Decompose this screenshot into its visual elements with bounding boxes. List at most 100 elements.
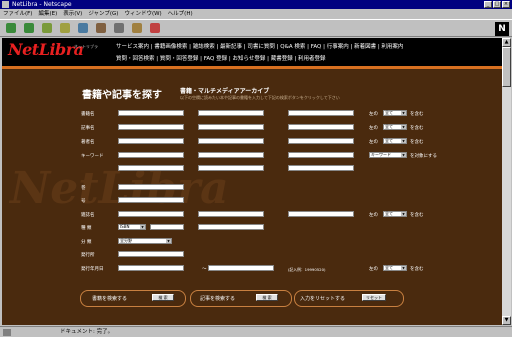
- vertical-scrollbar[interactable]: ▲ ▼: [502, 38, 511, 325]
- reload-icon[interactable]: [42, 23, 52, 33]
- keyword-input-2[interactable]: [198, 152, 264, 158]
- issue-input[interactable]: [118, 197, 184, 203]
- menu-edit[interactable]: 編集(E): [38, 9, 57, 19]
- guide-icon[interactable]: [96, 23, 106, 33]
- close-button[interactable]: ×: [502, 1, 510, 8]
- keyword-target-select[interactable]: キーワード: [369, 152, 407, 158]
- pubdate-to-input[interactable]: [208, 265, 274, 271]
- any-prefix: 左の: [369, 112, 378, 117]
- navigation-toolbar: N: [0, 19, 512, 37]
- contains-text: を含む: [410, 126, 424, 131]
- book-input-3[interactable]: [288, 110, 354, 116]
- reset-label: 入力をリセットする: [300, 296, 346, 302]
- page-description: 以下の空欄に読みたい本や記事の書籍を入力して下記の検索ボタンをクリックして下さい: [180, 95, 340, 100]
- pubdate-mode-select[interactable]: 全て: [383, 265, 407, 271]
- keyword-input-5[interactable]: [198, 165, 264, 171]
- author-input-1[interactable]: [118, 138, 184, 144]
- menu-go[interactable]: ジャンプ(G): [88, 9, 118, 19]
- window-titlebar: NetLibra - Netscape _ □ ×: [0, 0, 512, 9]
- menu-bar: ファイル(F) 編集(E) 表示(V) ジャンプ(G) ウィンドウ(W) ヘルプ…: [0, 9, 512, 19]
- author-input-3[interactable]: [288, 138, 354, 144]
- label-keyword: キーワード: [81, 154, 104, 159]
- label-book: 書籍名: [81, 112, 95, 117]
- article-search-label: 記事を検索する: [200, 296, 236, 302]
- class-select[interactable]: 全分野: [118, 238, 172, 244]
- keyword-suffix: を対象にする: [410, 154, 438, 159]
- date-example-note: (記入例：19990520): [288, 267, 326, 272]
- book-search-button[interactable]: 検 索: [152, 294, 174, 301]
- forward-icon[interactable]: [24, 23, 34, 33]
- article-mode-select[interactable]: 全て: [383, 124, 407, 130]
- stop-icon[interactable]: [150, 23, 160, 33]
- status-text: ドキュメント: 完了。: [60, 329, 114, 335]
- security-icon[interactable]: [132, 23, 142, 33]
- label-volume: 巻: [81, 186, 86, 191]
- menu-help[interactable]: ヘルプ(H): [168, 9, 193, 19]
- label-class: 分 類: [81, 240, 92, 245]
- type-input-2[interactable]: [198, 224, 264, 230]
- label-publisher: 発行所: [81, 253, 95, 258]
- keyword-input-1[interactable]: [118, 152, 184, 158]
- book-input-2[interactable]: [198, 110, 264, 116]
- scroll-thumb[interactable]: [502, 47, 511, 87]
- page-title: 書籍や記事を探す: [82, 90, 162, 101]
- scroll-down-icon[interactable]: ▼: [502, 316, 511, 325]
- site-logo[interactable]: NetLibra: [8, 40, 84, 59]
- maximize-button[interactable]: □: [493, 1, 501, 8]
- menu-window[interactable]: ウィンドウ(W): [124, 9, 161, 19]
- any-prefix: 左の: [369, 126, 378, 131]
- label-author: 著者名: [81, 140, 95, 145]
- book-search-label: 書籍を検索する: [92, 296, 128, 302]
- keyword-input-4[interactable]: [118, 165, 184, 171]
- reset-button[interactable]: リセット: [362, 294, 386, 301]
- book-mode-select[interactable]: 全て: [383, 110, 407, 116]
- magazine-input-3[interactable]: [288, 211, 354, 217]
- back-icon[interactable]: [6, 23, 16, 33]
- label-type: 種 類: [81, 226, 92, 231]
- home-icon[interactable]: [60, 23, 70, 33]
- site-nav: サービス案内 | 書籍画像検索 | 雑誌検索 | 最新記事 | 司書に質問 | …: [116, 41, 502, 65]
- magazine-input-1[interactable]: [118, 211, 184, 217]
- nav-row-2[interactable]: 質問・回答検索 | 質問・回答登録 | FAQ 登録 | お知らせ登録 | 蔵書…: [116, 56, 326, 62]
- nav-row-1[interactable]: サービス案内 | 書籍画像検索 | 雑誌検索 | 最新記事 | 司書に質問 | …: [116, 44, 403, 50]
- contains-text: を含む: [410, 267, 424, 272]
- status-bar: ドキュメント: 完了。: [0, 326, 512, 337]
- article-search-button[interactable]: 検 索: [256, 294, 278, 301]
- menu-view[interactable]: 表示(V): [63, 9, 82, 19]
- magazine-input-2[interactable]: [198, 211, 264, 217]
- search-icon[interactable]: [78, 23, 88, 33]
- site-logo-sub: ネットリブラ: [74, 44, 98, 49]
- type-input[interactable]: [150, 224, 184, 230]
- keyword-input-6[interactable]: [288, 165, 354, 171]
- security-lock-icon: [3, 329, 11, 336]
- any-prefix: 左の: [369, 213, 378, 218]
- minimize-button[interactable]: _: [484, 1, 492, 8]
- print-icon[interactable]: [114, 23, 124, 33]
- scroll-up-icon[interactable]: ▲: [502, 38, 511, 47]
- netscape-logo-icon: N: [495, 22, 509, 36]
- article-input-2[interactable]: [198, 124, 264, 130]
- pubdate-from-input[interactable]: [118, 265, 184, 271]
- any-prefix: 左の: [369, 267, 378, 272]
- page-subtitle: 書籍・マルチメディアアーカイブ: [180, 88, 270, 95]
- header-divider: [2, 66, 502, 69]
- author-mode-select[interactable]: 全て: [383, 138, 407, 144]
- contains-text: を含む: [410, 112, 424, 117]
- page-viewport: NetLibra ネットリブラ サービス案内 | 書籍画像検索 | 雑誌検索 |…: [2, 38, 502, 325]
- book-input-1[interactable]: [118, 110, 184, 116]
- article-input-3[interactable]: [288, 124, 354, 130]
- contains-text: を含む: [410, 213, 424, 218]
- window-title: NetLibra - Netscape: [12, 1, 72, 8]
- label-issue: 号: [81, 199, 86, 204]
- article-input-1[interactable]: [118, 124, 184, 130]
- volume-input[interactable]: [118, 184, 184, 190]
- label-article: 記事名: [81, 126, 95, 131]
- author-input-2[interactable]: [198, 138, 264, 144]
- keyword-input-3[interactable]: [288, 152, 354, 158]
- magazine-mode-select[interactable]: 全て: [383, 211, 407, 217]
- site-header: NetLibra ネットリブラ サービス案内 | 書籍画像検索 | 雑誌検索 |…: [2, 38, 502, 66]
- app-icon: [2, 1, 9, 8]
- menu-file[interactable]: ファイル(F): [3, 9, 32, 19]
- type-select[interactable]: ISBN: [118, 224, 146, 230]
- publisher-input[interactable]: [118, 251, 184, 257]
